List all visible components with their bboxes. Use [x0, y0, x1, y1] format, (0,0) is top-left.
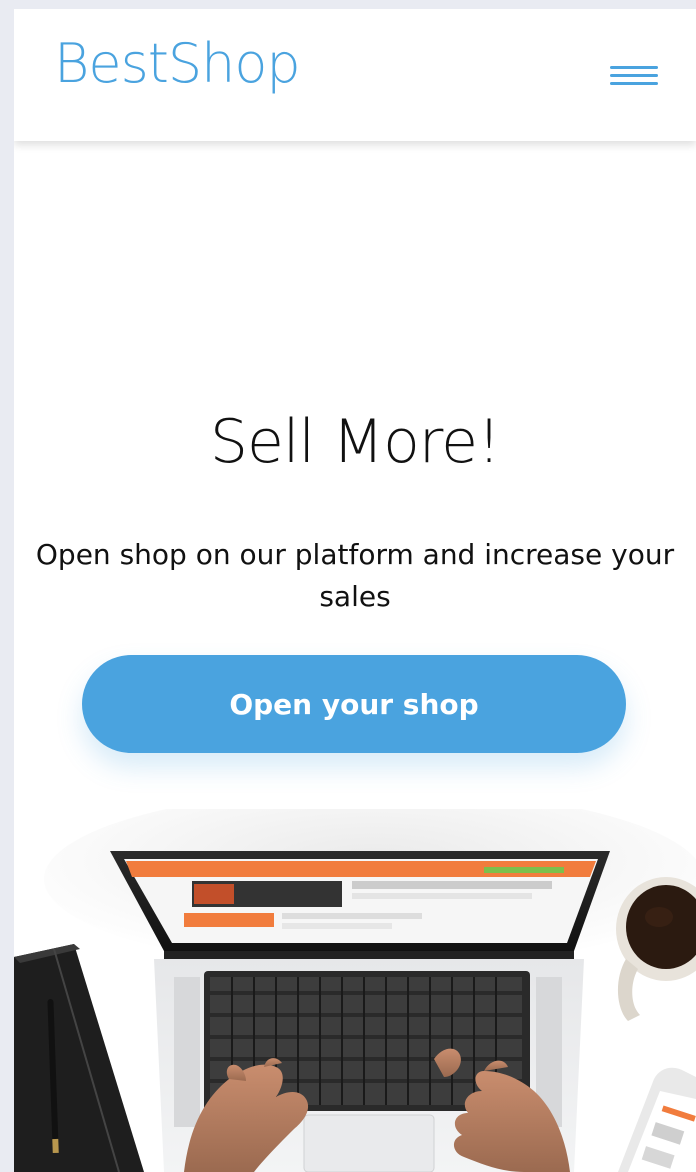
hero-subtitle: Open shop on our platform and increase y…: [35, 538, 675, 613]
laptop-workspace-illustration: [14, 809, 696, 1172]
hamburger-menu-icon[interactable]: [610, 64, 658, 90]
brand-logo[interactable]: BestShop: [54, 37, 301, 91]
hamburger-line: [610, 82, 658, 85]
hero-laptop-image: [14, 809, 696, 1172]
mobile-viewport: BestShop Sell More! Open shop on our pla…: [14, 9, 696, 1172]
hero-title: Sell More!: [209, 407, 501, 477]
hamburger-line: [610, 74, 658, 77]
hamburger-line: [610, 66, 658, 69]
open-shop-button[interactable]: Open your shop: [82, 655, 626, 753]
top-navbar: BestShop: [14, 9, 696, 141]
laptop-screen: [110, 851, 610, 951]
